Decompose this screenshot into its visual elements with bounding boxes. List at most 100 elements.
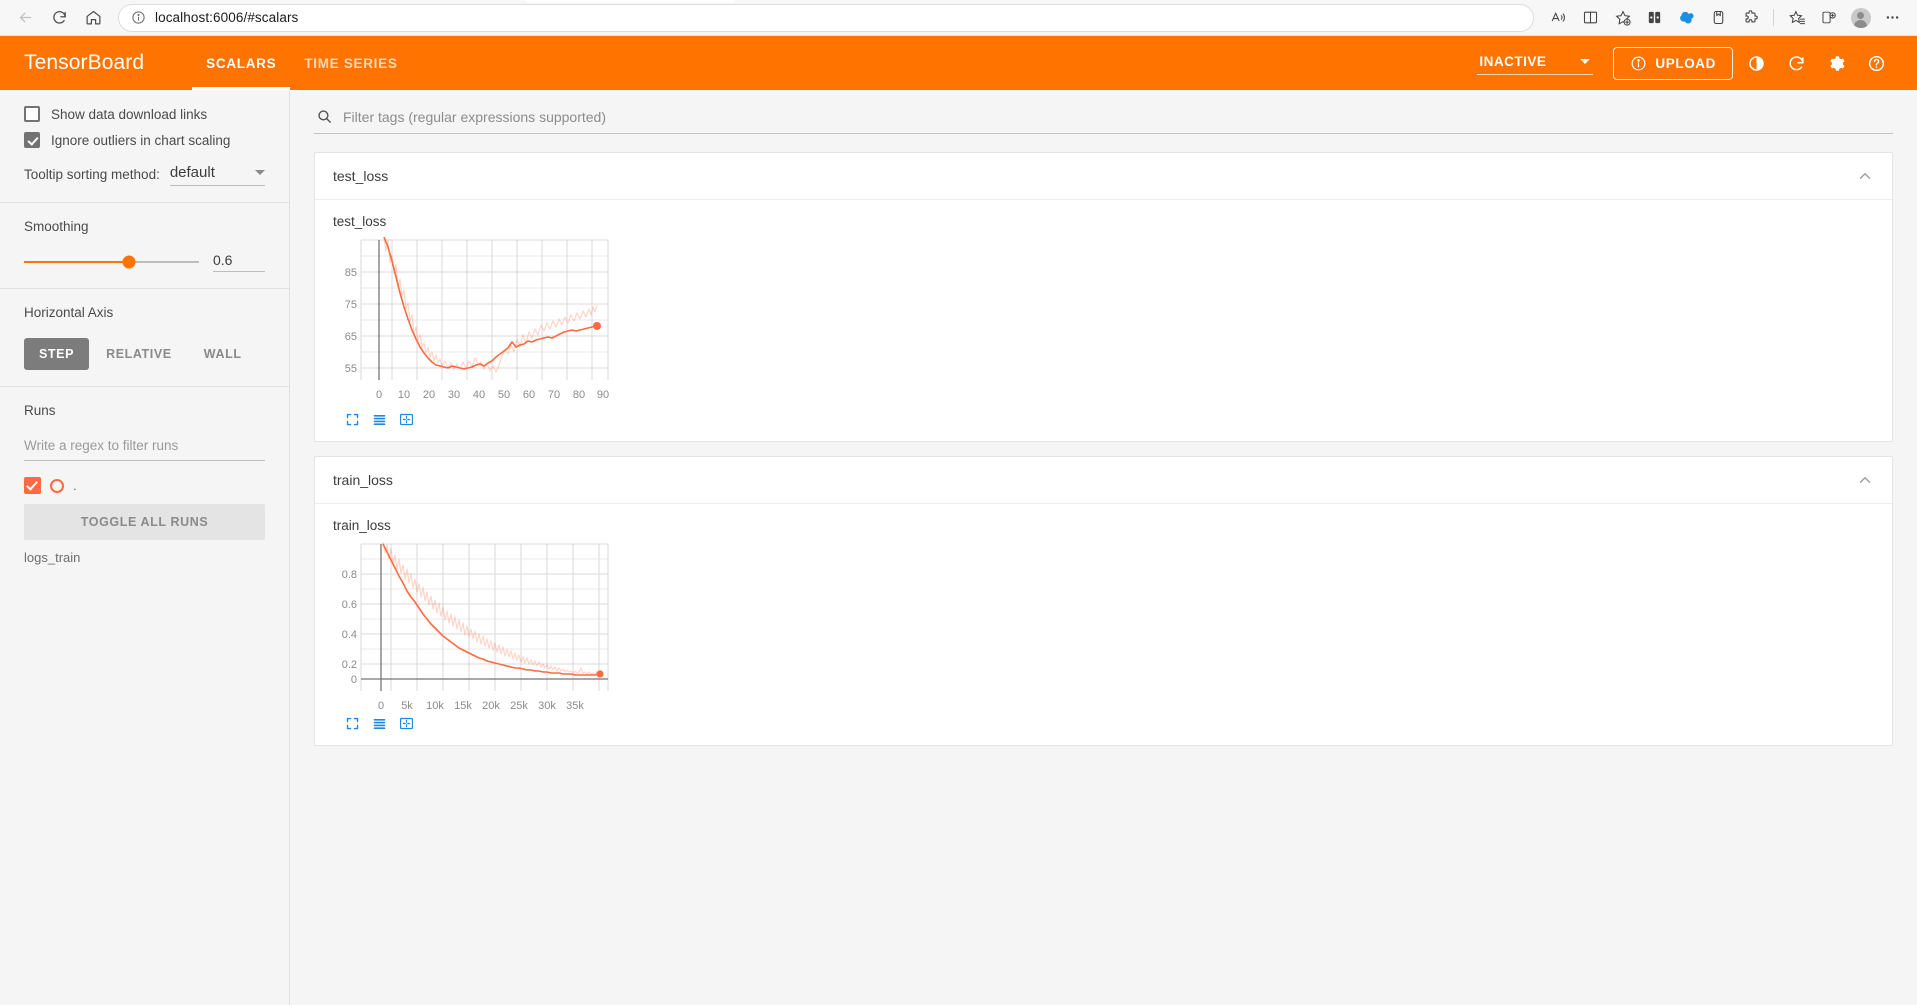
series-test-loss bbox=[383, 236, 597, 370]
browser-tab-stub[interactable] bbox=[525, 0, 735, 2]
sidebar-runs-section: Runs Write a regex to filter runs . TOGG… bbox=[0, 387, 289, 581]
add-tab-group-icon[interactable] bbox=[1814, 3, 1843, 32]
back-arrow-icon[interactable] bbox=[10, 3, 40, 33]
reload-icon[interactable] bbox=[44, 3, 74, 33]
extensions-icon[interactable] bbox=[1736, 3, 1765, 32]
run-dot-label: . bbox=[73, 478, 77, 493]
tag-filter-bar[interactable]: Filter tags (regular expressions support… bbox=[314, 104, 1893, 134]
smoothing-slider-row: 0.6 bbox=[24, 252, 265, 272]
horizontal-axis-buttons: STEP RELATIVE WALL bbox=[24, 338, 265, 370]
svg-text:0.2: 0.2 bbox=[342, 659, 357, 671]
expand-chart-icon[interactable] bbox=[345, 412, 360, 427]
chevron-up-icon[interactable] bbox=[1856, 471, 1874, 489]
series-raw-train-loss bbox=[382, 541, 602, 675]
svg-text:30k: 30k bbox=[538, 700, 556, 712]
toggle-all-runs-button[interactable]: TOGGLE ALL RUNS bbox=[24, 504, 265, 540]
tensorboard-header: TensorBoard SCALARS TIME SERIES INACTIVE… bbox=[0, 36, 1917, 90]
svg-text:65: 65 bbox=[345, 331, 357, 343]
home-icon[interactable] bbox=[78, 3, 108, 33]
chart-actions-test-loss bbox=[333, 412, 1874, 427]
run-checkbox-checked-icon[interactable] bbox=[24, 477, 41, 494]
favorites-icon[interactable] bbox=[1782, 3, 1811, 32]
checkbox-unchecked-icon[interactable] bbox=[24, 106, 40, 122]
main-content: Filter tags (regular expressions support… bbox=[290, 90, 1917, 1005]
info-circle-icon bbox=[1631, 56, 1646, 70]
svg-text:35k: 35k bbox=[566, 700, 584, 712]
axis-option-step[interactable]: STEP bbox=[24, 338, 90, 370]
browser-toolbar: localhost:6006/#scalars bbox=[0, 0, 1917, 36]
svg-text:50: 50 bbox=[498, 389, 510, 401]
smoothing-value-input[interactable]: 0.6 bbox=[213, 252, 265, 272]
series-last-point-marker bbox=[593, 322, 601, 330]
toggle-y-axis-icon[interactable] bbox=[372, 716, 387, 731]
tab-time-series[interactable]: TIME SERIES bbox=[290, 36, 411, 90]
smoothing-slider[interactable] bbox=[24, 255, 199, 269]
upload-button[interactable]: UPLOAD bbox=[1613, 46, 1733, 80]
svg-text:0.8: 0.8 bbox=[342, 569, 357, 581]
card-header[interactable]: test_loss bbox=[315, 153, 1892, 200]
app-body: Show data download links Ignore outliers… bbox=[0, 90, 1917, 1005]
settings-gear-icon[interactable] bbox=[1819, 46, 1853, 80]
sidebar-options-section: Show data download links Ignore outliers… bbox=[0, 90, 289, 202]
settings-more-icon[interactable] bbox=[1878, 3, 1907, 32]
toggle-y-axis-icon[interactable] bbox=[372, 412, 387, 427]
chart-title-train-loss: train_loss bbox=[333, 518, 391, 533]
svg-text:80: 80 bbox=[573, 389, 585, 401]
run-status-label: INACTIVE bbox=[1479, 54, 1547, 69]
tooltip-sorting-row: Tooltip sorting method: default bbox=[24, 164, 265, 186]
chevron-up-icon[interactable] bbox=[1856, 167, 1874, 185]
svg-text:85: 85 bbox=[345, 267, 357, 279]
brightness-icon[interactable] bbox=[1739, 46, 1773, 80]
card-header[interactable]: train_loss bbox=[315, 457, 1892, 504]
option-ignore-outliers[interactable]: Ignore outliers in chart scaling bbox=[24, 132, 265, 148]
expand-chart-icon[interactable] bbox=[345, 716, 360, 731]
horizontal-axis-title: Horizontal Axis bbox=[24, 305, 114, 320]
svg-text:20k: 20k bbox=[482, 700, 500, 712]
split-screen-icon[interactable] bbox=[1576, 3, 1605, 32]
card-title: train_loss bbox=[333, 472, 393, 488]
svg-text:25k: 25k bbox=[510, 700, 528, 712]
chart-y-ticks: 85 75 65 55 bbox=[345, 267, 357, 375]
read-aloud-icon[interactable] bbox=[1544, 3, 1573, 32]
help-question-icon[interactable] bbox=[1859, 46, 1893, 80]
svg-text:70: 70 bbox=[548, 389, 560, 401]
smoothing-slider-fill bbox=[24, 261, 129, 263]
svg-text:20: 20 bbox=[423, 389, 435, 401]
runs-filter-input[interactable]: Write a regex to filter runs bbox=[24, 436, 265, 461]
toolbar-divider bbox=[1773, 9, 1774, 26]
svg-text:75: 75 bbox=[345, 299, 357, 311]
avatar bbox=[1850, 7, 1871, 28]
browser-essentials-icon[interactable] bbox=[1704, 3, 1733, 32]
site-info-icon bbox=[132, 11, 145, 24]
axis-option-relative[interactable]: RELATIVE bbox=[91, 338, 187, 370]
run-item-logs-train[interactable]: logs_train bbox=[24, 550, 265, 565]
address-bar[interactable]: localhost:6006/#scalars bbox=[118, 3, 1534, 32]
option-show-download-links[interactable]: Show data download links bbox=[24, 106, 265, 122]
chart-train-loss[interactable]: 0.8 0.6 0.4 0.2 0 0 5k 10k 15k 20k 25k 3… bbox=[333, 539, 623, 714]
axis-option-wall[interactable]: WALL bbox=[189, 338, 257, 370]
fit-domain-icon[interactable] bbox=[399, 412, 414, 427]
smoothing-slider-knob[interactable] bbox=[122, 255, 136, 269]
chart-container-test-loss: 85 75 65 55 0 10 20 30 40 50 60 70 80 90 bbox=[333, 235, 633, 410]
tab-scalars[interactable]: SCALARS bbox=[192, 36, 291, 90]
smoothing-title: Smoothing bbox=[24, 219, 89, 234]
chart-title-test-loss: test_loss bbox=[333, 214, 387, 229]
sidebar-smoothing-section: Smoothing 0.6 bbox=[0, 203, 289, 288]
collections-icon[interactable] bbox=[1640, 3, 1669, 32]
chevron-down-icon bbox=[1580, 59, 1591, 64]
run-color-circle-icon[interactable] bbox=[50, 478, 64, 493]
checkbox-checked-icon[interactable] bbox=[24, 132, 40, 148]
app-brand: TensorBoard bbox=[24, 51, 145, 74]
browser-action-icons bbox=[1544, 3, 1907, 32]
tooltip-sorting-label: Tooltip sorting method: bbox=[24, 167, 160, 182]
run-status-dropdown[interactable]: INACTIVE bbox=[1477, 51, 1594, 75]
refresh-icon[interactable] bbox=[1779, 46, 1813, 80]
profile-avatar-icon[interactable] bbox=[1846, 3, 1875, 32]
svg-text:15k: 15k bbox=[454, 700, 472, 712]
copilot-icon[interactable] bbox=[1672, 3, 1701, 32]
add-favorite-icon[interactable] bbox=[1608, 3, 1637, 32]
runs-title: Runs bbox=[24, 403, 56, 418]
chart-test-loss[interactable]: 85 75 65 55 0 10 20 30 40 50 60 70 80 90 bbox=[333, 235, 623, 410]
tooltip-sorting-select[interactable]: default bbox=[169, 164, 265, 186]
fit-domain-icon[interactable] bbox=[399, 716, 414, 731]
